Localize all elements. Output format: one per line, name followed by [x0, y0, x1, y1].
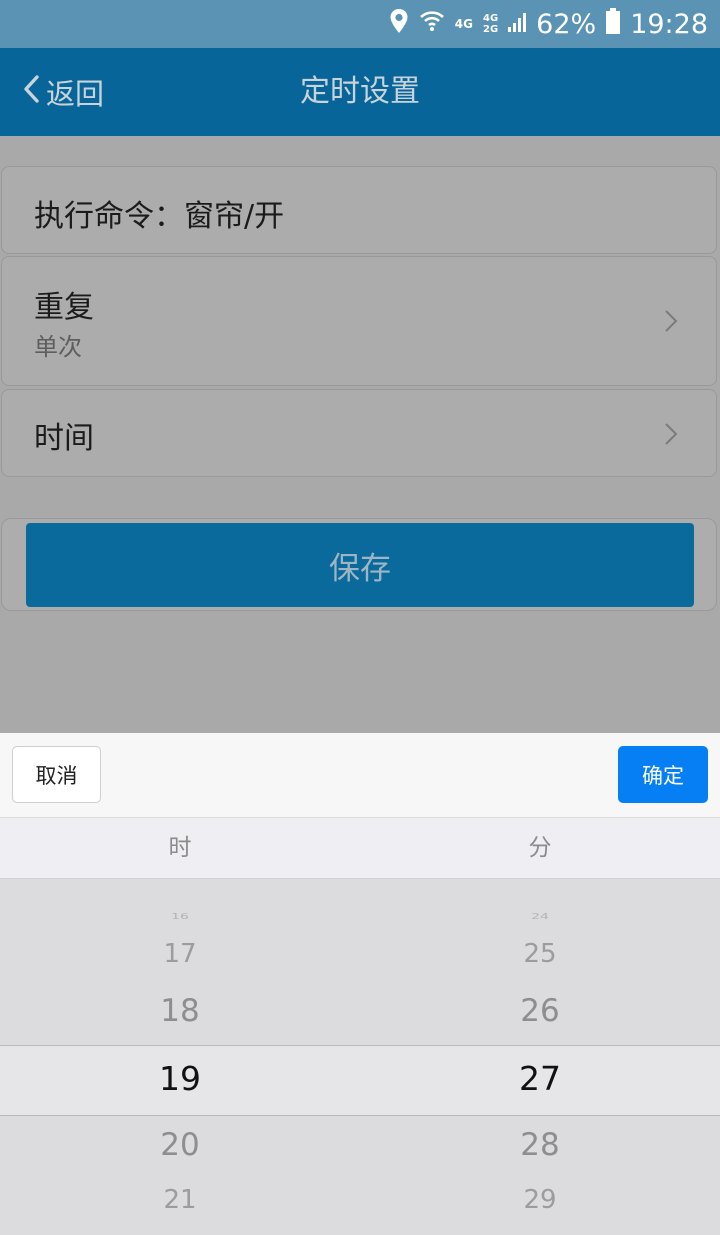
repeat-label: 重复 — [34, 290, 94, 325]
minute-option[interactable]: 24 — [440, 913, 640, 922]
hour-option[interactable]: 17 — [80, 939, 280, 969]
minute-header: 分 — [528, 835, 552, 861]
minute-option[interactable]: 26 — [440, 993, 640, 1029]
time-picker-sheet: 取消 确定 时 分 16 17 18 19 20 21 24 25 26 27 … — [0, 733, 720, 1235]
hour-option[interactable]: 21 — [80, 1185, 280, 1215]
confirm-button[interactable]: 确定 — [618, 746, 708, 803]
back-label: 返回 — [46, 77, 105, 111]
network-type-2-bottom: 2G — [483, 24, 499, 35]
minute-option-selected[interactable]: 27 — [440, 1059, 640, 1098]
network-type-1: 4G — [454, 17, 473, 31]
repeat-value: 单次 — [34, 333, 82, 361]
save-button[interactable]: 保存 — [26, 523, 694, 607]
time-row[interactable]: 时间 — [1, 389, 717, 477]
minute-option[interactable]: 29 — [440, 1185, 640, 1215]
hour-header: 时 — [168, 835, 192, 861]
battery-icon — [606, 7, 621, 41]
save-container: 保存 — [1, 518, 717, 611]
minute-option[interactable]: 25 — [440, 939, 640, 969]
picker-headers: 时 分 — [0, 818, 720, 879]
repeat-row[interactable]: 重复 单次 — [1, 256, 717, 386]
wifi-icon — [419, 8, 445, 41]
chevron-right-icon — [664, 309, 678, 337]
chevron-right-icon — [664, 422, 678, 450]
hour-option[interactable]: 20 — [80, 1127, 280, 1163]
hour-option[interactable]: 18 — [80, 993, 280, 1029]
signal-icon — [508, 9, 527, 40]
nav-bar: 返回 定时设置 — [0, 48, 720, 136]
chevron-left-icon — [22, 74, 40, 111]
command-row: 执行命令：窗帘/开 — [1, 166, 717, 254]
cancel-button[interactable]: 取消 — [12, 746, 101, 803]
battery-percent: 62% — [536, 8, 597, 40]
command-label: 执行命令：窗帘/开 — [34, 199, 285, 234]
network-type-2: 4G 2G — [483, 13, 498, 35]
hour-option[interactable]: 16 — [80, 913, 280, 922]
location-icon — [389, 8, 409, 41]
picker-toolbar: 取消 确定 — [0, 733, 720, 818]
minute-option[interactable]: 28 — [440, 1127, 640, 1163]
network-type-2-top: 4G — [483, 13, 499, 24]
back-button[interactable]: 返回 — [22, 48, 104, 136]
status-bar: 4G 4G 2G 62% 19:28 — [0, 0, 720, 48]
page-title: 定时设置 — [300, 74, 420, 109]
time-label: 时间 — [34, 421, 94, 456]
picker-wheels: 16 17 18 19 20 21 24 25 26 27 28 29 — [0, 879, 720, 1235]
hour-option-selected[interactable]: 19 — [80, 1059, 280, 1098]
clock: 19:28 — [630, 8, 708, 40]
